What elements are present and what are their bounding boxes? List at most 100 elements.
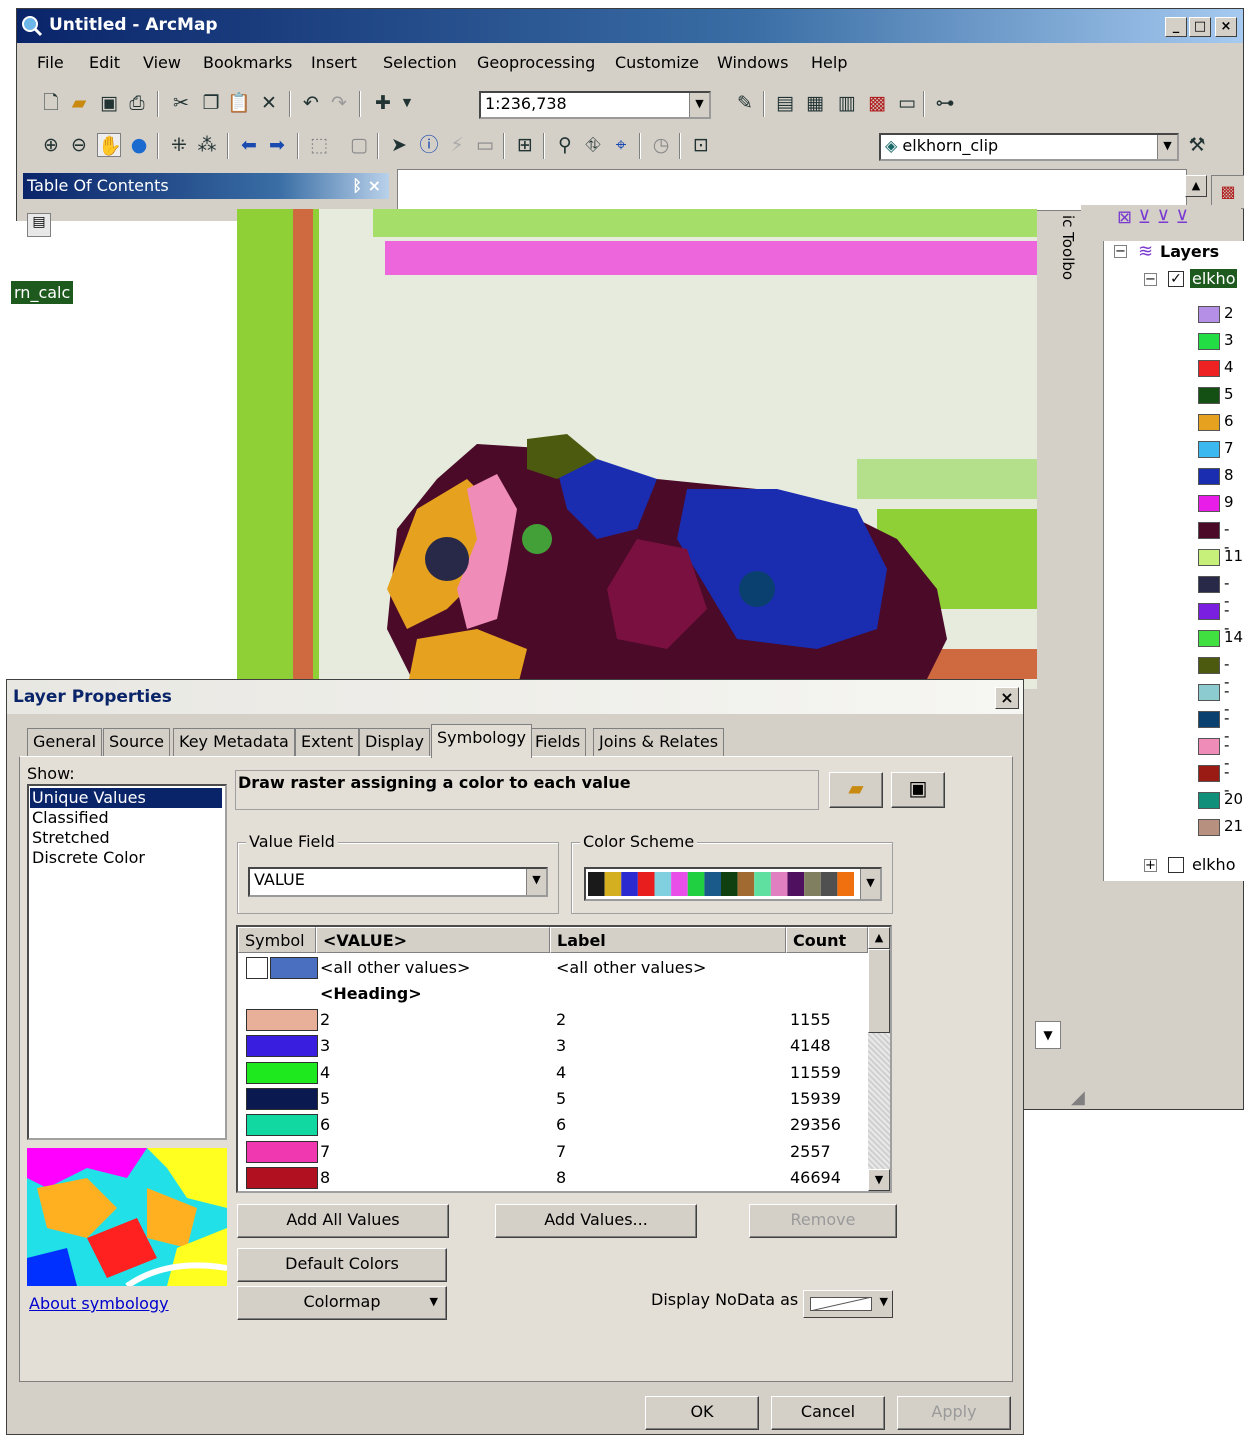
- table-window-icon[interactable]: ▤: [773, 91, 797, 115]
- row-symbol[interactable]: [246, 1114, 318, 1137]
- legend-swatch[interactable]: [1198, 360, 1220, 377]
- menu-edit[interactable]: Edit: [89, 53, 120, 72]
- python-window-icon[interactable]: ▭: [895, 91, 919, 115]
- fixed-zoom-in-icon[interactable]: ⁜: [167, 133, 191, 157]
- html-popup-icon[interactable]: ▭: [473, 133, 497, 157]
- table-row-heading[interactable]: <Heading>: [238, 981, 868, 1007]
- catalog-icon[interactable]: ▦: [803, 91, 827, 115]
- show-item-unique-values[interactable]: Unique Values: [30, 788, 222, 808]
- legend-swatch[interactable]: [1198, 387, 1220, 404]
- add-all-values-button[interactable]: Add All Values: [237, 1204, 449, 1238]
- hammer-icon[interactable]: ⚒: [1185, 133, 1209, 157]
- zoom-in-icon[interactable]: ⊕: [39, 133, 63, 157]
- legend-swatch[interactable]: [1198, 441, 1220, 458]
- legend-swatch[interactable]: [1198, 522, 1220, 539]
- toolbox-tab-label[interactable]: ic Toolbo: [1057, 215, 1077, 305]
- row-symbol[interactable]: [270, 957, 318, 979]
- cut-icon[interactable]: ✂: [169, 91, 193, 115]
- table-row[interactable]: 5 5 15939: [238, 1086, 868, 1112]
- find-route-icon[interactable]: ⛗: [581, 133, 605, 157]
- tab-fields[interactable]: Fields: [529, 728, 587, 758]
- chevron-down-icon[interactable]: ▼: [689, 93, 709, 117]
- maximize-button[interactable]: □: [1189, 17, 1211, 37]
- clear-selection-icon[interactable]: ▢: [347, 133, 371, 157]
- list-by-source-icon[interactable]: ⊠ ⊻ ⊻ ⊻: [1117, 207, 1189, 228]
- legend-swatch[interactable]: [1198, 684, 1220, 701]
- table-row[interactable]: 3 3 4148: [238, 1033, 868, 1059]
- legend-swatch[interactable]: [1198, 549, 1220, 566]
- row-checkbox[interactable]: [246, 957, 268, 979]
- menu-insert[interactable]: Insert: [311, 53, 357, 72]
- toc-layer-item[interactable]: rn_calc: [11, 281, 74, 304]
- forward-arrow-icon[interactable]: ➡: [265, 133, 289, 157]
- modelbuilder-icon[interactable]: ⊶: [933, 91, 957, 115]
- layer-select-combo[interactable]: ◈ elkhorn_clip ▼: [879, 133, 1179, 161]
- legend-swatch[interactable]: [1198, 792, 1220, 809]
- legend-swatch[interactable]: [1198, 765, 1220, 782]
- menu-selection[interactable]: Selection: [383, 53, 457, 72]
- legend-swatch[interactable]: [1198, 414, 1220, 431]
- layer-visibility-checkbox[interactable]: ✓: [1168, 271, 1184, 287]
- collapse-layers-icon[interactable]: −: [1114, 245, 1127, 258]
- show-item-stretched[interactable]: Stretched: [32, 828, 110, 848]
- add-data-icon[interactable]: ✚: [371, 91, 395, 115]
- toc-pin-close-icon[interactable]: ᛒ ×: [352, 173, 381, 199]
- legend-swatch[interactable]: [1198, 468, 1220, 485]
- undo-icon[interactable]: ↶: [299, 91, 323, 115]
- legend-swatch[interactable]: [1198, 738, 1220, 755]
- table-row[interactable]: 8 8 46694: [238, 1165, 868, 1191]
- tab-joins-relates[interactable]: Joins & Relates: [593, 728, 725, 758]
- scroll-down-icon[interactable]: ▼: [868, 1169, 890, 1191]
- resize-grip-icon[interactable]: ◢: [1071, 1087, 1095, 1111]
- menu-windows[interactable]: Windows: [717, 53, 788, 72]
- menu-customize[interactable]: Customize: [615, 53, 699, 72]
- toolbox-window-icon[interactable]: ▩: [1211, 175, 1244, 209]
- chevron-down-icon[interactable]: ▼: [1035, 1021, 1061, 1049]
- table-row[interactable]: 7 7 2557: [238, 1139, 868, 1165]
- table-row[interactable]: 4 4 11559: [238, 1060, 868, 1086]
- collapse-layer-icon[interactable]: −: [1144, 273, 1157, 286]
- open-folder-icon[interactable]: ▰: [67, 91, 91, 115]
- chevron-down-icon[interactable]: ▼: [1157, 135, 1177, 159]
- minimize-button[interactable]: _: [1165, 17, 1187, 37]
- add-data-dropdown-icon[interactable]: ▼: [395, 91, 419, 115]
- layer2-label[interactable]: elkho: [1192, 855, 1235, 874]
- about-symbology-link[interactable]: About symbology: [29, 1294, 169, 1313]
- row-symbol[interactable]: [246, 1166, 318, 1189]
- map-scale-combo[interactable]: 1:236,738 ▼: [479, 91, 711, 119]
- show-list[interactable]: Unique Values Classified Stretched Discr…: [27, 784, 227, 1140]
- save-layer-button[interactable]: ▣: [891, 772, 945, 808]
- row-symbol[interactable]: [246, 1087, 318, 1110]
- cancel-button[interactable]: Cancel: [771, 1396, 885, 1430]
- legend-swatch[interactable]: [1198, 603, 1220, 620]
- find-binoculars-icon[interactable]: ⚲: [553, 133, 577, 157]
- menu-view[interactable]: View: [143, 53, 181, 72]
- measure-icon[interactable]: ⊞: [513, 133, 537, 157]
- expand-layer-icon[interactable]: +: [1144, 859, 1157, 872]
- tab-source[interactable]: Source: [103, 728, 170, 758]
- fixed-zoom-out-icon[interactable]: ⁂: [195, 133, 219, 157]
- show-item-classified[interactable]: Classified: [32, 808, 109, 828]
- scroll-up-icon[interactable]: ▲: [868, 927, 890, 949]
- scrollbar-thumb[interactable]: [868, 949, 890, 1033]
- menu-bookmarks[interactable]: Bookmarks: [203, 53, 292, 72]
- close-window-button[interactable]: ×: [1215, 17, 1237, 37]
- tab-key-metadata[interactable]: Key Metadata: [173, 728, 295, 758]
- select-elements-icon[interactable]: ➤: [387, 133, 411, 157]
- zoom-out-icon[interactable]: ⊖: [67, 133, 91, 157]
- menu-file[interactable]: File: [37, 53, 64, 72]
- legend-swatch[interactable]: [1198, 576, 1220, 593]
- table-row-all-other[interactable]: <all other values> <all other values>: [238, 955, 868, 981]
- full-extent-icon[interactable]: ●: [127, 133, 151, 157]
- redo-icon[interactable]: ↷: [327, 91, 351, 115]
- back-arrow-icon[interactable]: ⬅: [237, 133, 261, 157]
- layer1-label[interactable]: elkho: [1190, 269, 1238, 288]
- pan-hand-icon[interactable]: ✋: [97, 133, 122, 157]
- editor-toolbar-icon[interactable]: ✎: [733, 91, 757, 115]
- table-row[interactable]: 6 6 29356: [238, 1112, 868, 1138]
- legend-swatch[interactable]: [1198, 711, 1220, 728]
- print-icon[interactable]: ⎙: [125, 91, 149, 115]
- chevron-down-icon[interactable]: ▼: [860, 869, 880, 899]
- search-window-icon[interactable]: ▥: [835, 91, 859, 115]
- default-colors-button[interactable]: Default Colors: [237, 1248, 447, 1282]
